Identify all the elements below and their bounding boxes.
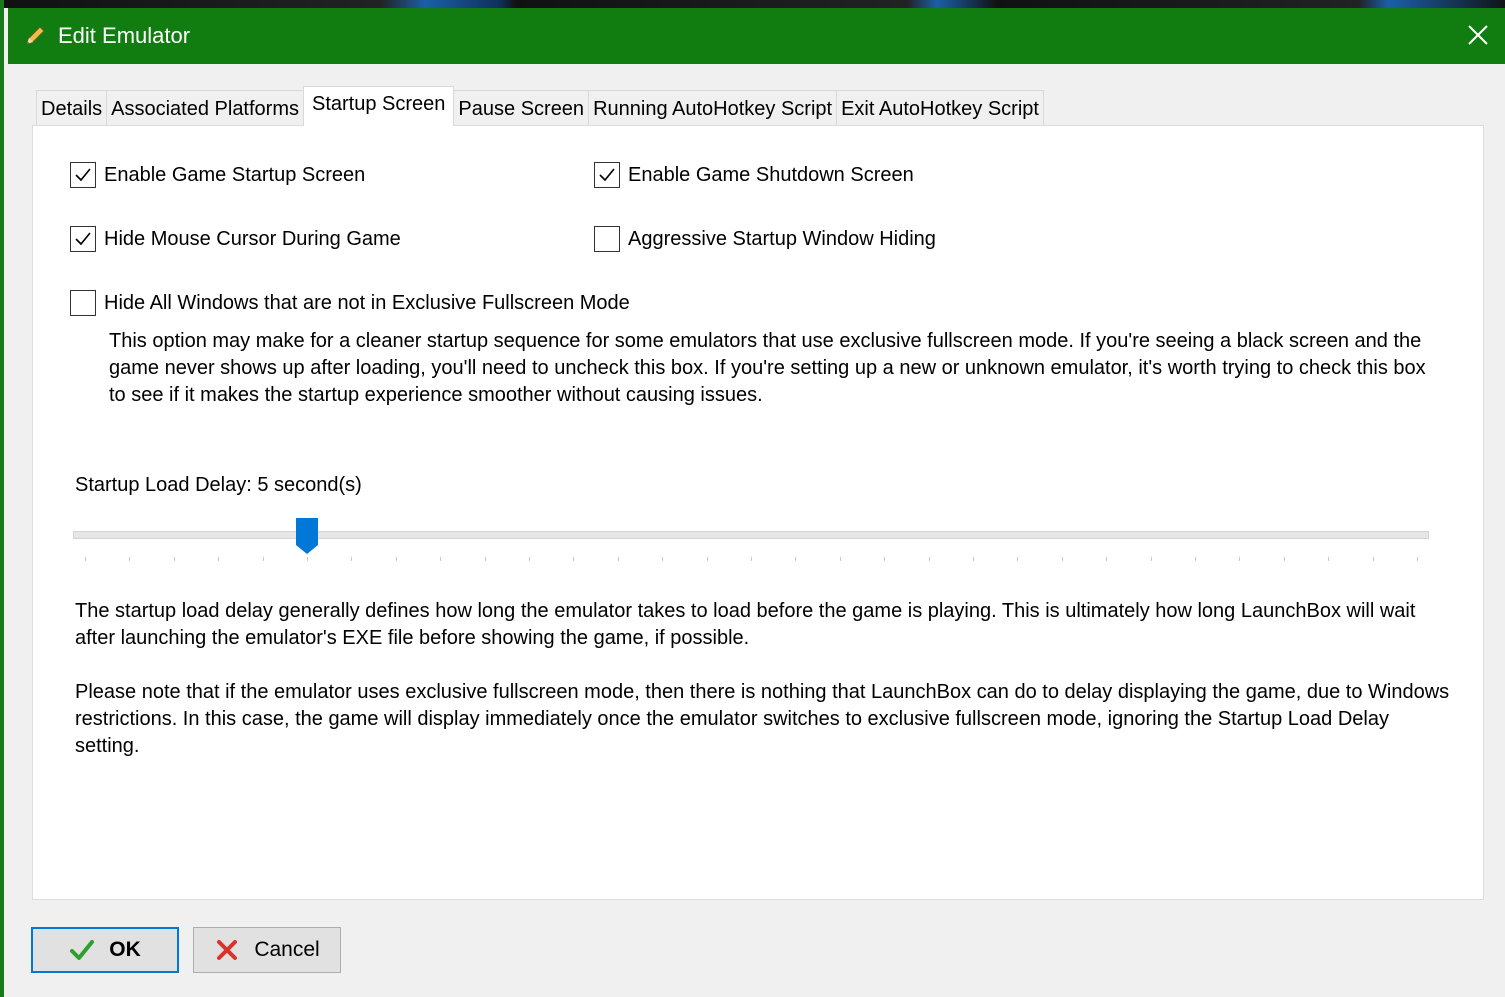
- slider-tick: [1417, 557, 1418, 561]
- hide-all-windows-checkbox[interactable]: Hide All Windows that are not in Exclusi…: [70, 290, 630, 316]
- checkbox-box[interactable]: [70, 162, 96, 188]
- startup-load-delay-track[interactable]: [73, 531, 1429, 539]
- tab-details[interactable]: Details: [36, 90, 108, 126]
- hide-all-windows-description: This option may make for a cleaner start…: [109, 330, 1426, 406]
- checkbox-box[interactable]: [594, 162, 620, 188]
- slider-tick: [839, 557, 841, 561]
- slider-thumb[interactable]: [295, 517, 319, 555]
- check-mark-icon: [75, 168, 91, 182]
- slider-tick: [307, 557, 308, 561]
- pencil-icon: [26, 26, 45, 45]
- load-delay-description: The startup load delay generally defines…: [75, 600, 1416, 649]
- enable-shutdown-checkbox[interactable]: Enable Game Shutdown Screen: [594, 162, 914, 188]
- slider-tick: [440, 557, 442, 561]
- slider-tick: [617, 557, 619, 561]
- slider-tick: [395, 557, 397, 561]
- slider-tick: [1328, 557, 1330, 561]
- slider-tick: [173, 557, 175, 561]
- tab-associated-platforms[interactable]: Associated Platforms: [106, 90, 304, 126]
- cancel-label: Cancel: [254, 938, 320, 961]
- tab-exit-autohotkey-script[interactable]: Exit AutoHotkey Script: [836, 90, 1044, 126]
- slider-tick: [1283, 557, 1285, 561]
- slider-tick: [573, 557, 575, 561]
- slider-tick: [706, 557, 708, 561]
- slider-tick: [1017, 557, 1019, 561]
- edit-emulator-window: Edit Emulator Details Associated Platfor…: [0, 0, 1505, 997]
- window-title: Edit Emulator: [58, 23, 191, 48]
- slider-tick: [351, 557, 353, 561]
- slider-tick: [529, 557, 530, 561]
- title-bar[interactable]: Edit Emulator: [8, 8, 1505, 64]
- tab-strip: Details Associated Platforms Startup Scr…: [36, 86, 1044, 126]
- slider-tick: [1150, 557, 1152, 561]
- checkbox-label: Enable Game Startup Screen: [104, 163, 366, 186]
- cancel-button[interactable]: Cancel: [193, 927, 341, 973]
- slider-tick: [928, 557, 930, 561]
- checkbox-box[interactable]: [594, 226, 620, 252]
- slider-tick: [1372, 557, 1374, 561]
- slider-tick: [129, 557, 131, 561]
- checkbox-label: Hide All Windows that are not in Exclusi…: [104, 291, 630, 314]
- checkbox-label: Aggressive Startup Window Hiding: [628, 227, 936, 250]
- slider-tick: [262, 557, 264, 561]
- slider-tick: [218, 557, 220, 561]
- checkbox-label: Hide Mouse Cursor During Game: [104, 227, 401, 250]
- checkbox-box[interactable]: [70, 226, 96, 252]
- slider-tick: [884, 557, 886, 561]
- slider-tick: [662, 557, 664, 561]
- slider-tick: [1106, 557, 1108, 561]
- ok-button[interactable]: OK: [31, 927, 179, 973]
- tab-startup-screen[interactable]: Startup Screen: [303, 86, 455, 126]
- enable-startup-checkbox[interactable]: Enable Game Startup Screen: [70, 162, 365, 188]
- slider-tick: [85, 557, 86, 561]
- tab-running-autohotkey-script[interactable]: Running AutoHotkey Script: [588, 90, 838, 126]
- slider-tick: [973, 557, 974, 561]
- slider-tick: [484, 557, 486, 561]
- slider-tick: [1061, 557, 1063, 561]
- check-mark-icon: [75, 232, 91, 246]
- checkbox-box[interactable]: [70, 290, 96, 316]
- slider-tick: [1195, 557, 1196, 561]
- hide-cursor-checkbox[interactable]: Hide Mouse Cursor During Game: [70, 226, 401, 252]
- aggressive-hiding-checkbox[interactable]: Aggressive Startup Window Hiding: [594, 226, 936, 252]
- checkmark-icon: [70, 940, 95, 960]
- close-icon[interactable]: [1465, 22, 1491, 48]
- checkbox-label: Enable Game Shutdown Screen: [628, 163, 914, 186]
- startup-screen-panel: Enable Game Startup Screen Enable Game S…: [32, 125, 1484, 900]
- check-mark-icon: [599, 168, 615, 182]
- background-app-strip: [4, 0, 1505, 8]
- tab-pause-screen[interactable]: Pause Screen: [453, 90, 590, 126]
- ok-label: OK: [109, 938, 141, 961]
- slider-tick: [751, 557, 752, 561]
- slider-tick: [795, 557, 797, 561]
- startup-load-delay-label: Startup Load Delay: 5 second(s): [75, 474, 362, 496]
- exclusive-fullscreen-note: Please note that if the emulator uses ex…: [75, 681, 1450, 757]
- x-icon: [217, 940, 238, 960]
- slider-tick: [1239, 557, 1241, 561]
